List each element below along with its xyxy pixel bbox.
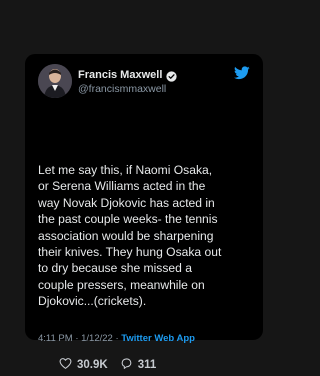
tweet-text-line: to dry because she missed a xyxy=(38,261,192,276)
tweet-text-line: Djokovic...(crickets). xyxy=(38,294,147,309)
author-block: Francis Maxwell @francismmaxwell xyxy=(78,68,178,95)
user-handle[interactable]: @francismmaxwell xyxy=(78,83,177,95)
tweet-text-line: way Novak Djokovic has acted in xyxy=(38,195,215,210)
tweet-header: Francis Maxwell @francismmaxwell xyxy=(38,64,250,100)
tweet-timestamp[interactable]: 4:11 PM · 1/12/22 · xyxy=(38,333,121,344)
tweet-text-line: couple pressers, meanwhile on xyxy=(38,277,205,292)
tweet-text-line: their knives. They hung Osaka out xyxy=(38,245,222,260)
tweet-text-line: association would be sharpening xyxy=(38,228,214,243)
tweet-meta: 4:11 PM · 1/12/22 · Twitter Web App xyxy=(38,333,195,344)
avatar[interactable] xyxy=(38,64,72,98)
tweet-text-line: Let me say this, if Naomi Osaka, xyxy=(38,163,213,177)
like-stat[interactable]: 30.9K xyxy=(59,357,108,373)
twitter-bird-icon[interactable] xyxy=(234,66,250,80)
reply-count: 311 xyxy=(137,359,157,371)
verified-badge-icon xyxy=(166,69,178,82)
heart-icon xyxy=(59,357,72,373)
display-name[interactable]: Francis Maxwell xyxy=(78,69,162,81)
tweet-source-link[interactable]: Twitter Web App xyxy=(121,333,195,344)
reply-bubble-icon xyxy=(120,357,133,373)
tweet-card: Francis Maxwell @francismmaxwell Let me … xyxy=(25,54,263,371)
like-count: 30.9K xyxy=(77,359,108,371)
tweet-text-line: or Serena Williams acted in the xyxy=(38,179,206,194)
tweet-text-line: the past couple weeks- the tennis xyxy=(38,212,218,227)
tweet-text: Let me say this, if Naomi Osaka, or Sere… xyxy=(38,162,252,310)
reply-stat[interactable]: 311 xyxy=(120,357,157,373)
tweet-stats: 30.9K 311 xyxy=(59,357,168,373)
